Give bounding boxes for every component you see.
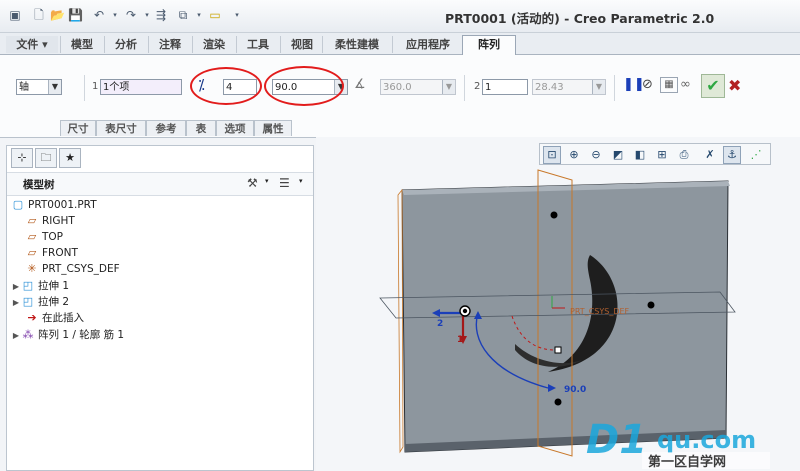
svg-text:第一区自学网: 第一区自学网	[648, 454, 726, 470]
display-style-icon[interactable]: ◧	[631, 146, 649, 164]
plate-front-face	[401, 180, 729, 453]
drag-handle	[554, 346, 562, 354]
spin-center-icon[interactable]: ⚓	[723, 146, 741, 164]
annotation-display-icon[interactable]: ⋰	[747, 146, 765, 164]
csys-label: PRT_CSYS_DEF	[570, 307, 630, 316]
pattern-member-dot	[550, 211, 558, 219]
pattern-anchor-point	[462, 308, 468, 314]
model-graphics[interactable]: PRT_CSYS_DEF 2 1 90.0 D1 qu.com 第一区自学网	[0, 0, 800, 471]
refit-icon[interactable]: ⊡	[543, 146, 561, 164]
view-manager-icon[interactable]: ⎙	[675, 146, 693, 164]
zoom-in-icon[interactable]: ⊕	[565, 146, 583, 164]
graphics-toolbar: ⊡ ⊕ ⊖ ◩ ◧ ⊞ ⎙ ✗ ⚓ ⋰	[539, 143, 771, 165]
pattern-member-dot	[647, 301, 655, 309]
direction-1-label: 2	[437, 319, 443, 329]
datum-display-icon[interactable]: ✗	[701, 146, 719, 164]
zoom-out-icon[interactable]: ⊖	[587, 146, 605, 164]
direction-2-label: 1	[457, 335, 463, 345]
svg-text:D1: D1	[586, 417, 647, 463]
datum-plane-right	[397, 188, 404, 454]
pattern-member-dot	[554, 398, 562, 406]
svg-text:qu.com: qu.com	[657, 426, 756, 454]
angle-dimension-label: 90.0	[564, 385, 586, 395]
repaint-icon[interactable]: ◩	[609, 146, 627, 164]
saved-views-icon[interactable]: ⊞	[653, 146, 671, 164]
